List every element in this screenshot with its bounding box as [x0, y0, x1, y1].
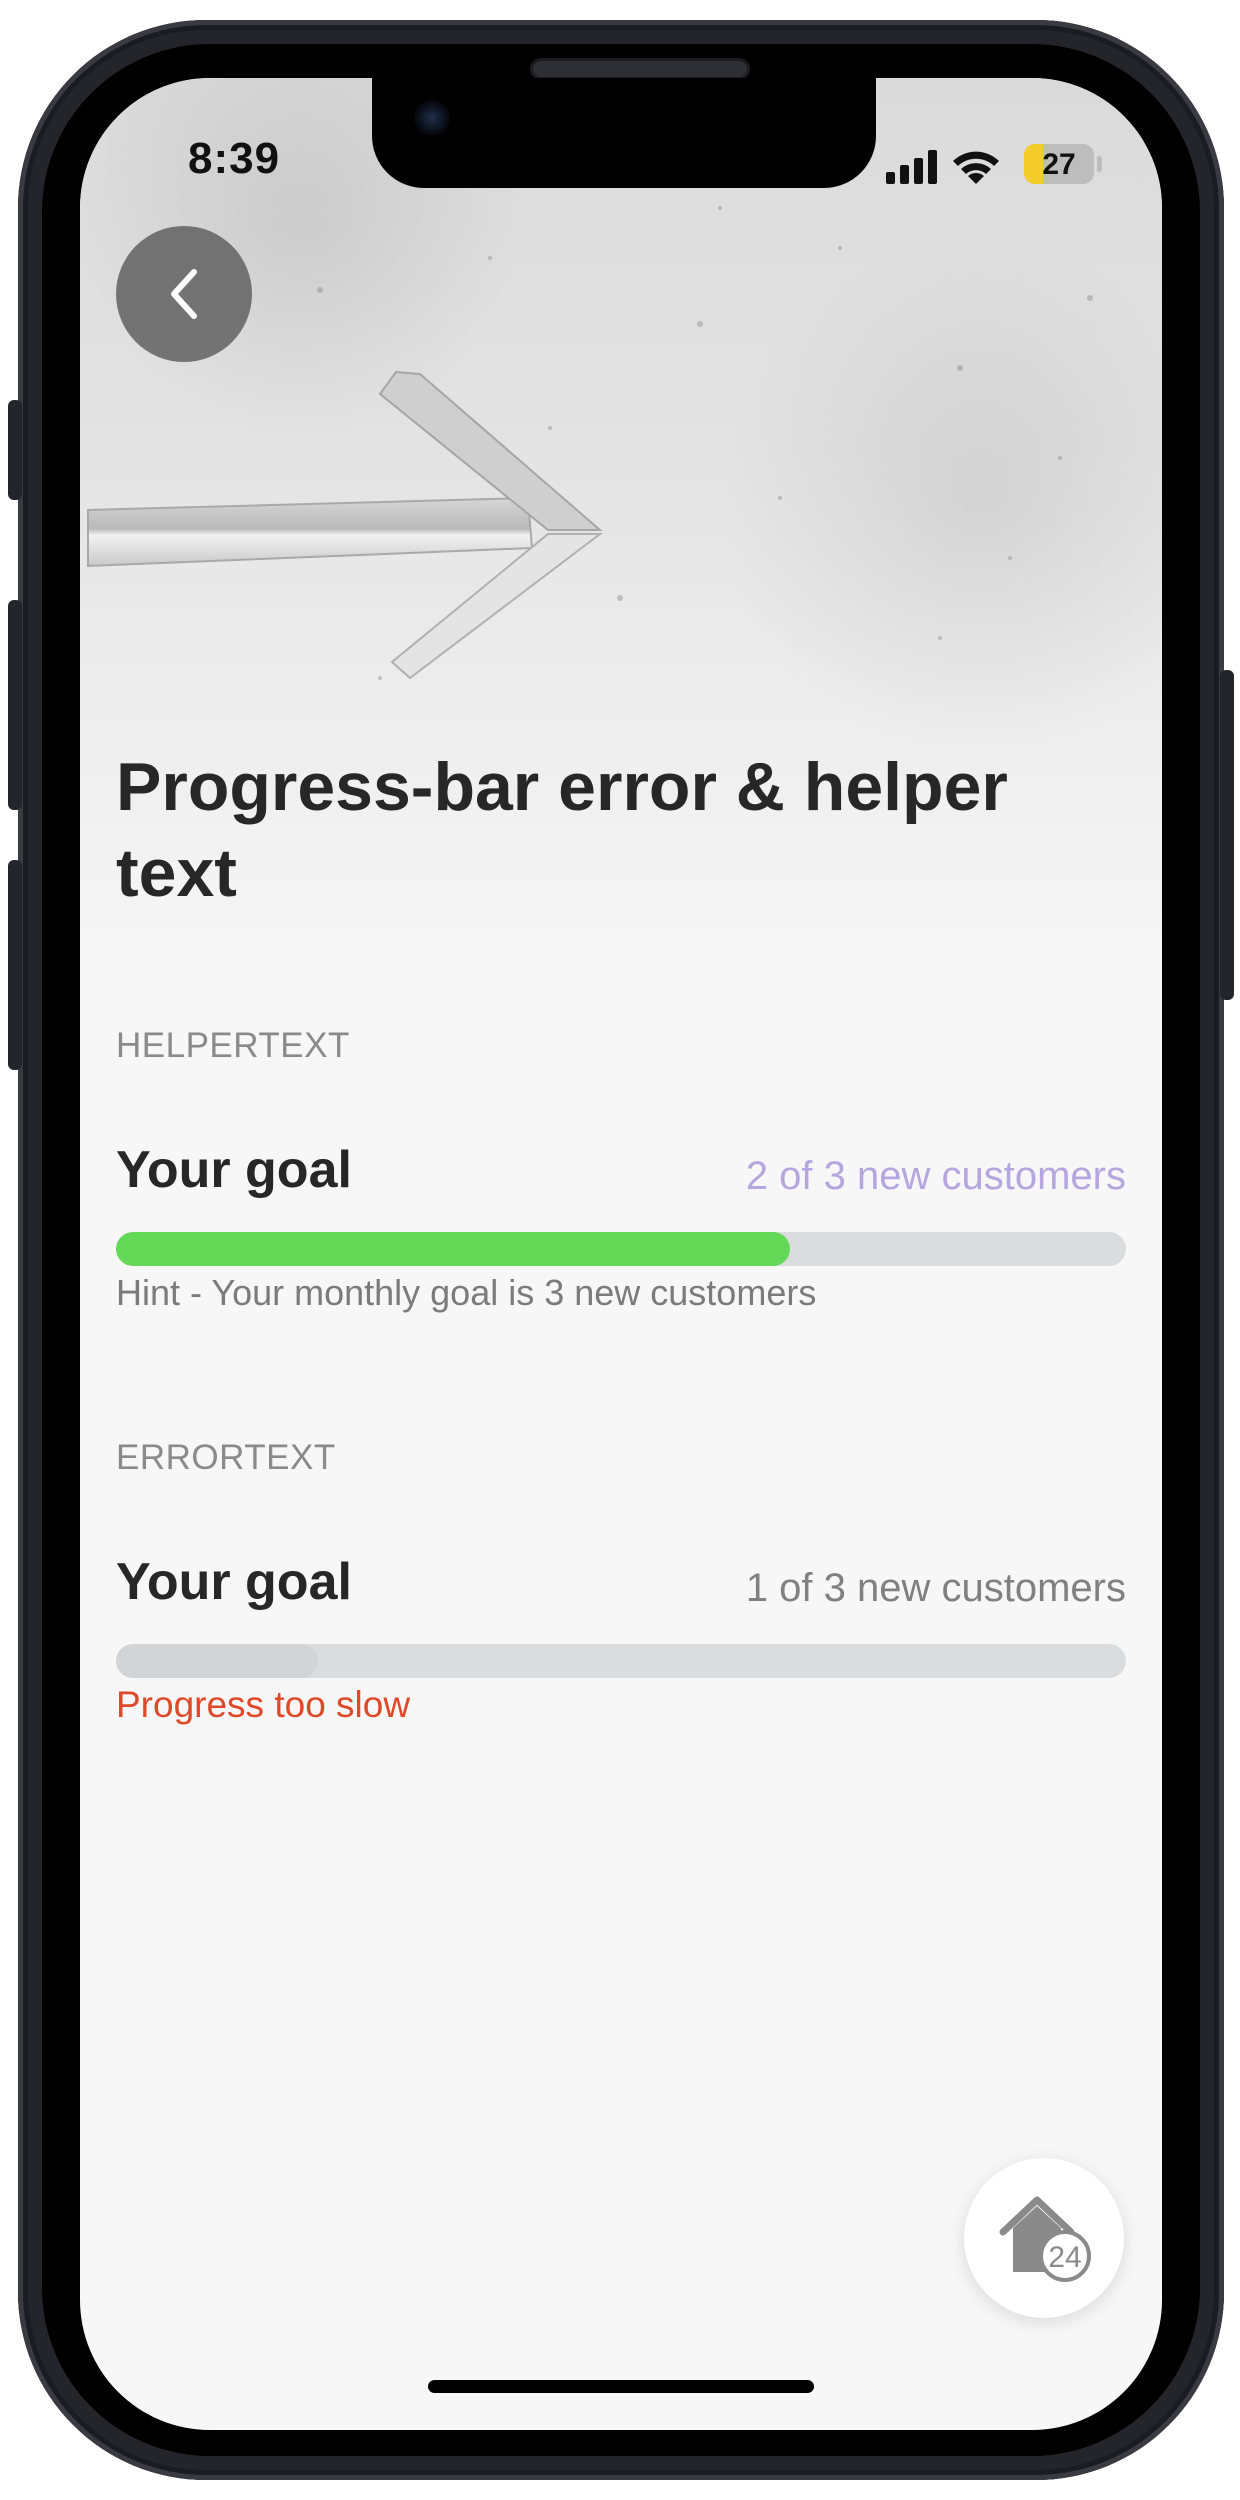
home-indicator[interactable]: [428, 2380, 814, 2393]
phone-screen: 8:39 27 Progress-bar error & helper text…: [80, 78, 1162, 2430]
battery-charging-icon: 27: [1024, 144, 1094, 184]
fab-badge: 24: [1048, 2241, 1081, 2274]
helper-text: Hint - Your monthly goal is 3 new custom…: [116, 1272, 817, 1313]
front-camera: [414, 100, 450, 136]
chevron-left-icon: [171, 269, 197, 319]
speaker-grille: [530, 58, 750, 80]
wifi-icon: [953, 151, 999, 184]
goal-title: Your goal: [116, 1553, 352, 1611]
goal-title: Your goal: [116, 1141, 352, 1199]
status-time: 8:39: [188, 134, 281, 183]
progress-fill: [116, 1232, 790, 1266]
progress-bar-error: [116, 1644, 1126, 1678]
home-24-button[interactable]: 24: [964, 2158, 1124, 2318]
power-button: [1220, 670, 1234, 1000]
home-24-icon: 24: [999, 2196, 1091, 2282]
volume-up-button: [8, 600, 22, 810]
volume-down-button: [8, 860, 22, 1070]
goal-value: 1 of 3 new customers: [745, 1566, 1126, 1610]
page-title: Progress-bar error & helper text: [116, 749, 1008, 911]
back-button[interactable]: [116, 226, 252, 362]
action-button: [8, 400, 22, 500]
section-label-errortext: ERRORTEXT: [116, 1438, 336, 1477]
progress-fill: [116, 1644, 318, 1678]
goal-value: 2 of 3 new customers: [745, 1154, 1126, 1198]
section-label-helpertext: HELPERTEXT: [116, 1026, 350, 1065]
battery-nub: [1097, 156, 1102, 172]
error-text: Progress too slow: [116, 1684, 411, 1725]
battery-percent: 27: [1042, 148, 1076, 181]
progress-bar-helper: [116, 1232, 1126, 1266]
camera-notch: [372, 78, 876, 188]
signal-icon: [886, 150, 937, 184]
